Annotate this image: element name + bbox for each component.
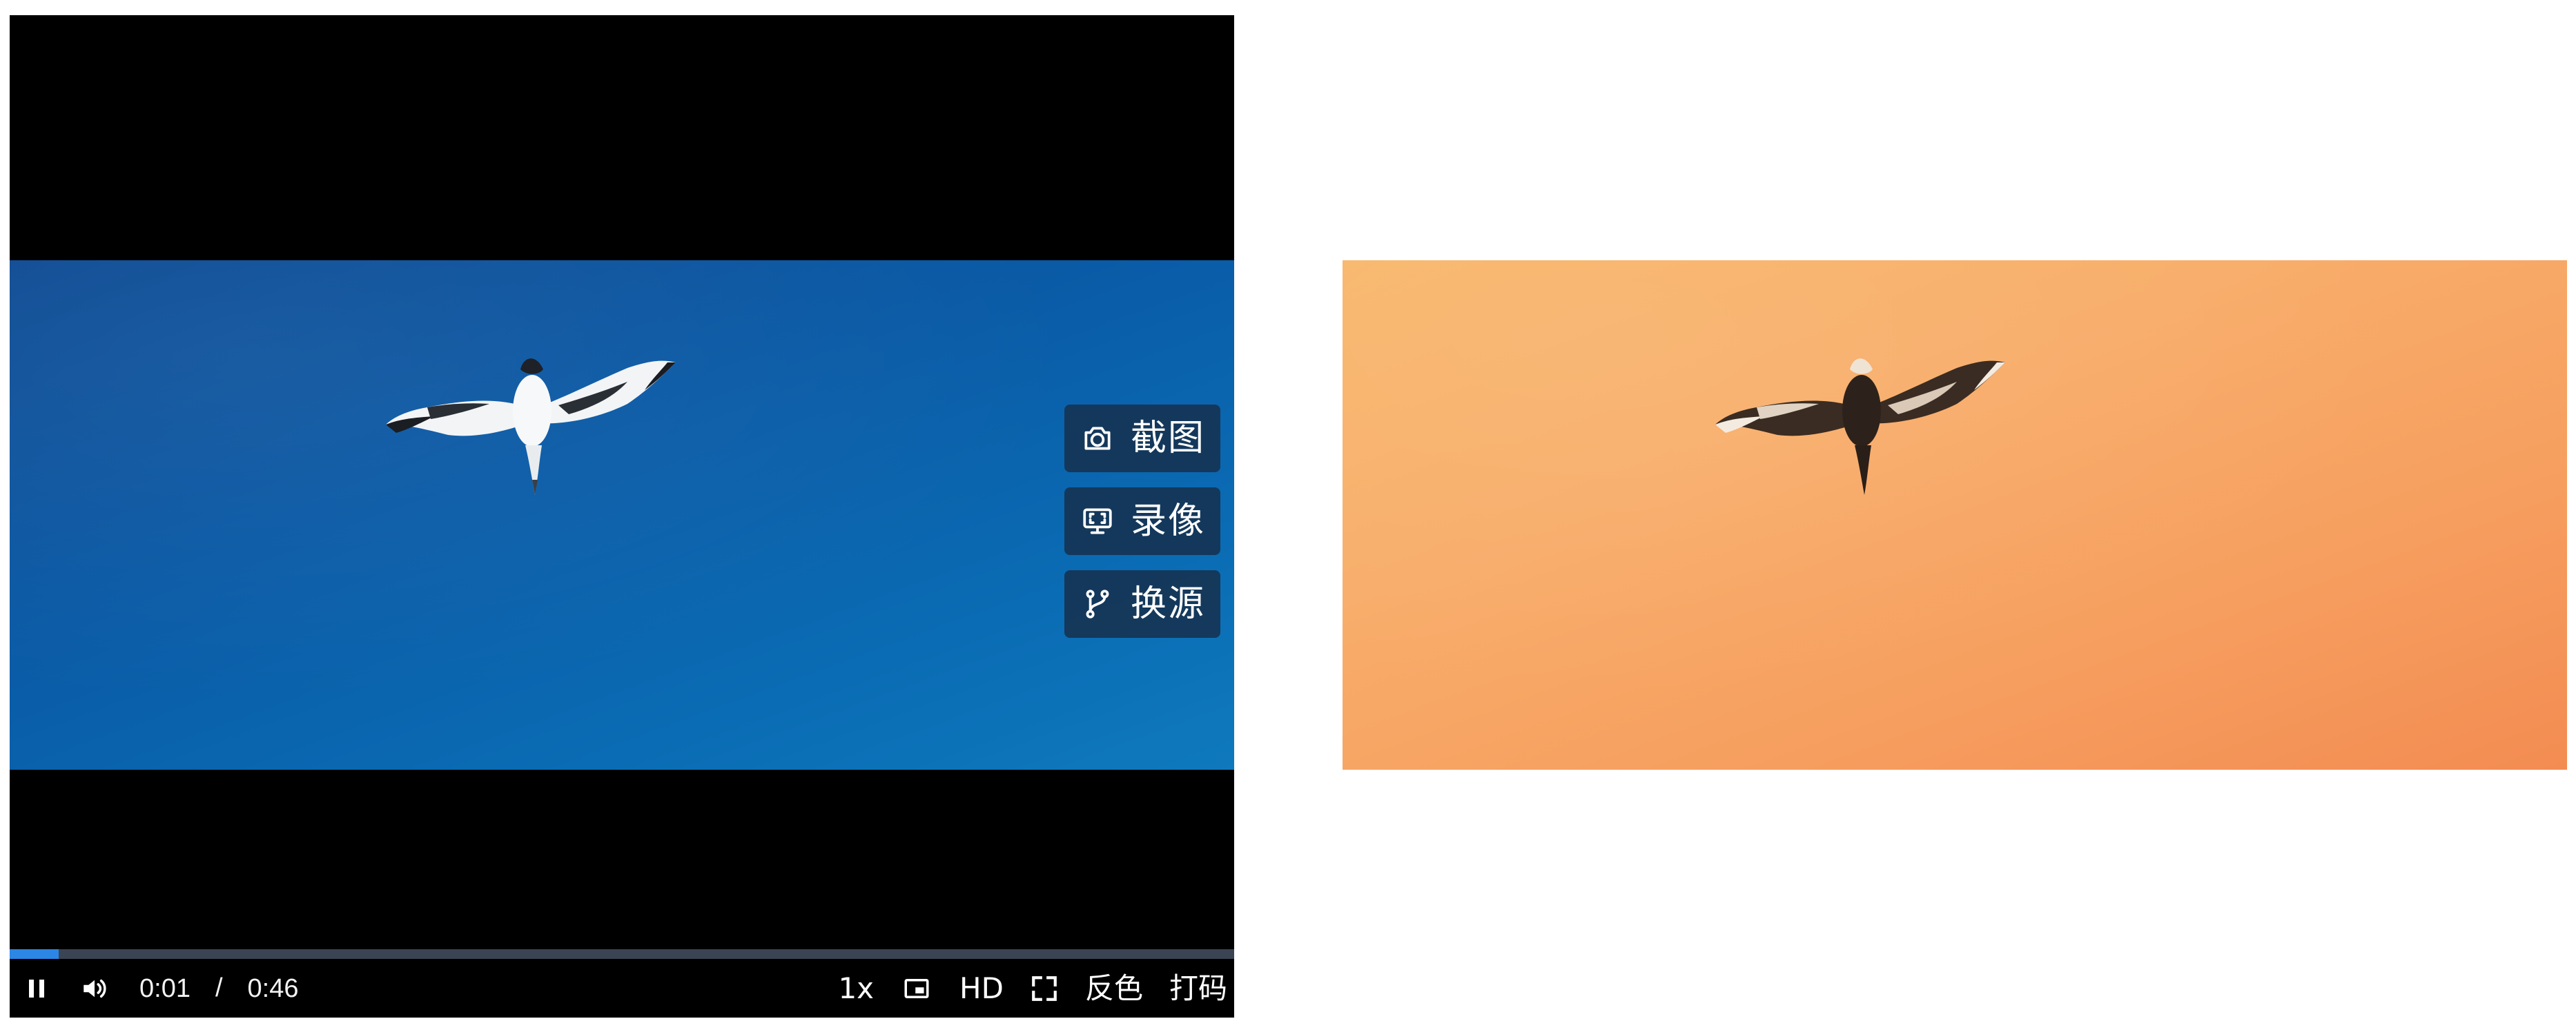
screenshot-button[interactable]: 截图 bbox=[1064, 405, 1220, 472]
playback-speed-button[interactable]: 1x bbox=[838, 973, 874, 1003]
video-frame[interactable] bbox=[10, 260, 1234, 770]
inverted-preview-canvas bbox=[1343, 260, 2567, 770]
control-bar: 0:01 / 0:46 1x HD 反色 打码 bbox=[10, 959, 1234, 1018]
mosaic-button[interactable]: 打码 bbox=[1169, 973, 1227, 1003]
pause-icon bbox=[29, 979, 44, 998]
gannet-bird-inverted bbox=[1715, 358, 2005, 495]
volume-icon bbox=[84, 979, 106, 998]
picture-in-picture-icon bbox=[904, 978, 929, 998]
progress-played bbox=[10, 949, 59, 959]
page: 截图 录像 换源 0:01 / 0:46 1x HD 反色 打码 bbox=[0, 0, 2576, 1030]
pip-button[interactable] bbox=[900, 974, 933, 1003]
switch-source-label: 换源 bbox=[1131, 583, 1206, 625]
screen-record-icon bbox=[1080, 503, 1115, 539]
duration: 0:46 bbox=[247, 973, 299, 1003]
switch-source-button[interactable]: 换源 bbox=[1064, 570, 1220, 638]
current-time: 0:01 bbox=[139, 973, 191, 1003]
branch-icon bbox=[1080, 586, 1115, 622]
quality-button[interactable]: HD bbox=[959, 973, 1004, 1003]
camera-icon bbox=[1080, 420, 1115, 456]
volume-button[interactable] bbox=[77, 971, 112, 1006]
pause-button[interactable] bbox=[19, 971, 54, 1006]
fullscreen-button[interactable] bbox=[1030, 974, 1059, 1003]
time-separator: / bbox=[215, 973, 223, 1002]
record-button[interactable]: 录像 bbox=[1064, 487, 1220, 555]
gannet-bird bbox=[386, 358, 676, 495]
progress-bar[interactable] bbox=[10, 949, 1234, 959]
record-label: 录像 bbox=[1131, 501, 1206, 542]
invert-color-button[interactable]: 反色 bbox=[1085, 973, 1143, 1003]
video-player[interactable]: 截图 录像 换源 0:01 / 0:46 1x HD 反色 打码 bbox=[10, 15, 1234, 1018]
screenshot-label: 截图 bbox=[1131, 418, 1206, 459]
fullscreen-icon bbox=[1032, 975, 1057, 1001]
side-toolbar: 截图 录像 换源 bbox=[1064, 405, 1220, 638]
